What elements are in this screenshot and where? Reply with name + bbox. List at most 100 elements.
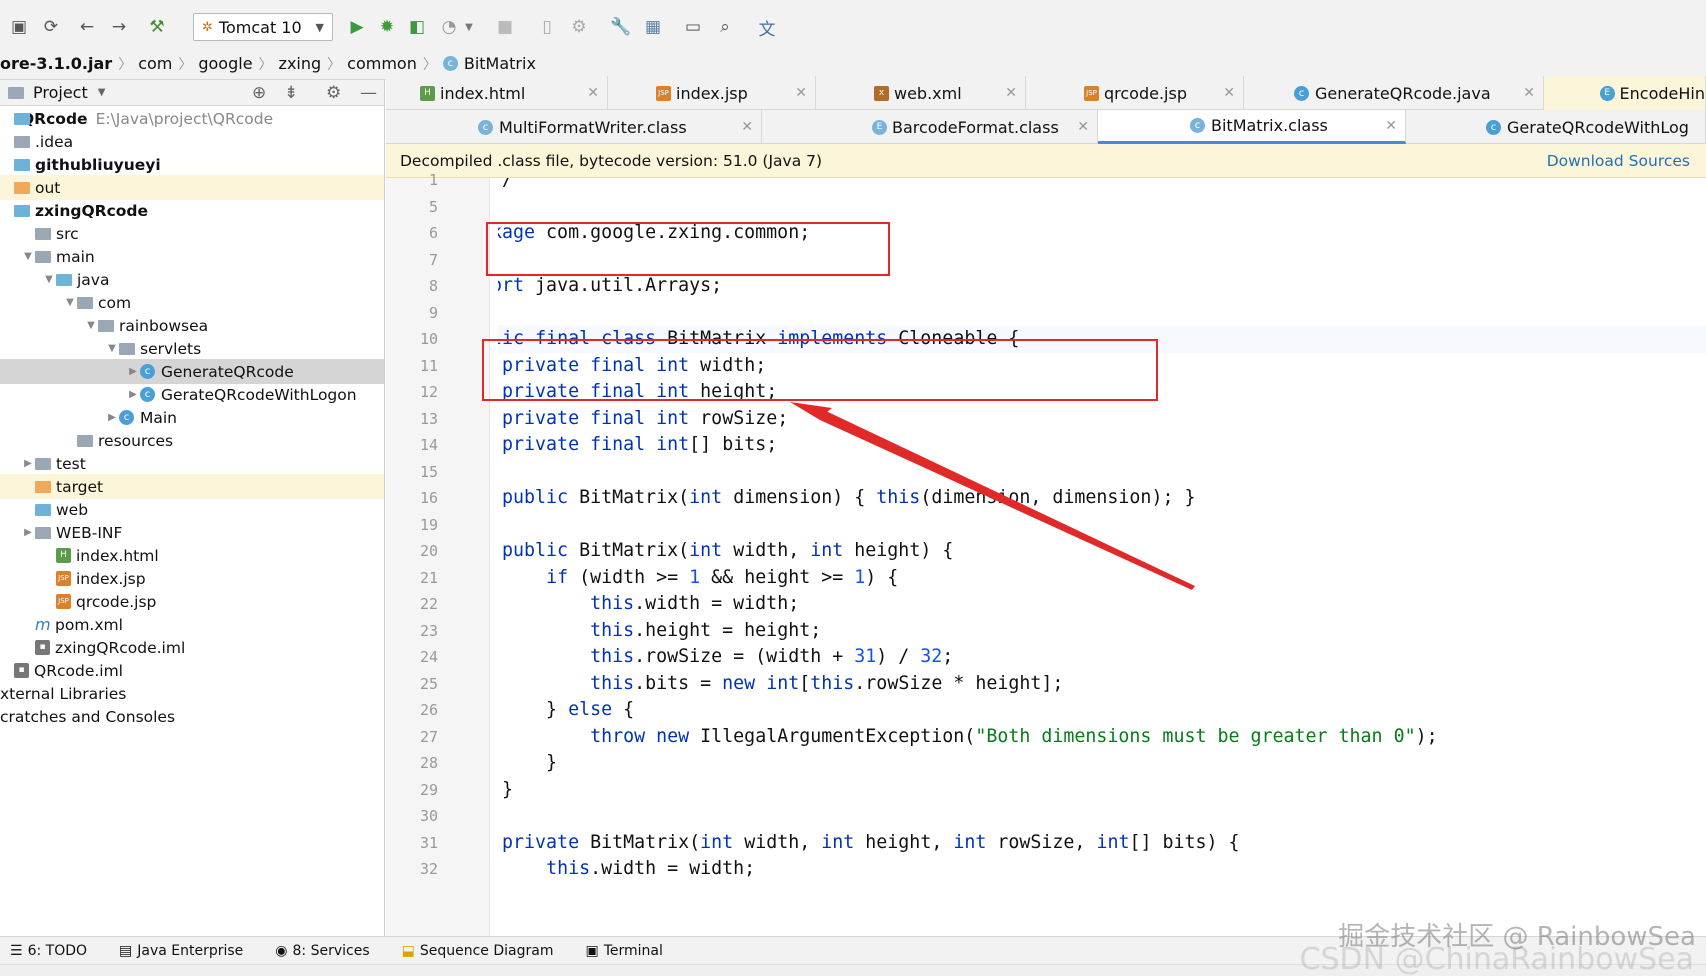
chevron-down-icon[interactable]: ▼ [63,297,77,308]
todo-tool-button[interactable]: ☰ 6: TODO [10,943,87,959]
tree-item-label: out [35,178,61,197]
chevron-down-icon[interactable]: ▼ [21,251,35,262]
chevron-down-icon[interactable]: ▼ [458,16,480,38]
tree-item[interactable]: ▶ c Main [0,405,384,430]
project-structure-icon[interactable]: ▦ [642,16,664,38]
close-icon[interactable]: ✕ [587,85,599,101]
breadcrumb-google[interactable]: google [192,54,258,73]
chevron-down-icon[interactable]: ▼ [42,274,56,285]
stop-icon[interactable]: ■ [494,16,516,38]
tree-item[interactable]: zxingQRcode [0,198,384,223]
tree-item[interactable]: out [0,175,384,200]
tab-multiformatwriter[interactable]: c MultiFormatWriter.class ✕ [386,110,762,144]
html-file-icon: H [56,548,71,563]
tab-generateqrcode-java[interactable]: c GenerateQRcode.java ✕ [1244,76,1544,110]
tree-item[interactable]: Hindex.html [0,543,384,568]
close-icon[interactable]: ✕ [1077,119,1089,135]
save-icon[interactable]: ▣ [8,16,30,38]
breadcrumb-com[interactable]: com [132,54,178,73]
sync-icon[interactable]: ⟳ [40,16,62,38]
profile-icon[interactable]: ◔ [438,16,460,38]
tab-qrcode-jsp[interactable]: JSP qrcode.jsp ✕ [1026,76,1244,110]
download-sources-link[interactable]: Download Sources [1547,152,1690,170]
line-number: 9 [428,303,438,322]
close-icon[interactable]: ✕ [1523,85,1535,101]
tab-encodehints[interactable]: E EncodeHin [1544,76,1706,110]
chevron-down-icon[interactable]: ▼ [105,343,119,354]
tree-item[interactable]: src [0,221,384,246]
terminal-icon[interactable]: ▭ [682,16,704,38]
project-view-label[interactable]: Project [33,83,88,102]
gear-icon[interactable]: ⚙ [326,83,341,103]
device-icon[interactable]: ⚙ [568,16,590,38]
minimize-icon[interactable]: — [360,83,377,103]
tree-item[interactable]: QRcode E:\Java\project\QRcode [0,106,384,131]
tab-barcodeformat[interactable]: E BarcodeFormat.class ✕ [762,110,1098,144]
chevron-right-icon[interactable]: ▶ [21,458,35,469]
breadcrumb-class[interactable]: BitMatrix [464,54,536,73]
tree-item[interactable]: JSP qrcode.jsp [0,589,384,614]
attach-icon[interactable]: ▯ [536,16,558,38]
breadcrumb-zxing[interactable]: zxing [273,54,328,73]
java-enterprise-tool-button[interactable]: ▤ Java Enterprise [119,943,243,959]
search-icon[interactable]: ⌕ [714,16,736,38]
forward-icon[interactable]: → [108,16,130,38]
debug-icon[interactable]: ✹ [376,16,398,38]
tree-item[interactable]: m pom.xml [0,612,384,637]
run-configuration-select[interactable]: ✲ Tomcat 10 ▼ [193,13,333,41]
tree-item[interactable]: ▶ c GerateQRcodeWithLogon [0,382,384,407]
tree-item[interactable]: ▼ servlets [0,336,384,361]
chevron-down-icon[interactable]: ▼ [84,320,98,331]
tree-item[interactable]: ▼ main [0,244,384,269]
tree-item[interactable]: ▼ com [0,290,384,315]
collapse-icon[interactable]: ⇟ [284,83,298,103]
tab-bitmatrix[interactable]: c BitMatrix.class ✕ [1098,110,1406,144]
tree-item[interactable]: cratches and Consoles [0,704,384,729]
tree-item[interactable]: ▼ rainbowsea [0,313,384,338]
tree-item[interactable]: ▼ java [0,267,384,292]
services-tool-button[interactable]: ◉ 8: Services [275,943,369,959]
tree-item[interactable]: resources [0,428,384,453]
breadcrumb-jar[interactable]: ore-3.1.0.jar [0,54,118,73]
close-icon[interactable]: ✕ [1223,85,1235,101]
tree-item[interactable]: web [0,497,384,522]
line-number: 12 [419,383,438,401]
tree-item[interactable]: ▶ c GenerateQRcode [0,359,384,384]
back-icon[interactable]: ← [76,16,98,38]
wrench-icon[interactable]: 🔧 [610,16,632,38]
terminal-tool-button[interactable]: ▣ Terminal [585,943,662,959]
tree-item-label: java [77,270,110,289]
tree-item[interactable]: ▪ zxingQRcode.iml [0,635,384,660]
tree-item[interactable]: ▶ WEB-INF [0,520,384,545]
tree-item[interactable]: target [0,474,384,499]
tab-index-html[interactable]: Hindex.html ✕ [386,76,608,110]
close-icon[interactable]: ✕ [741,119,753,135]
breadcrumb-common[interactable]: common [341,54,423,73]
translate-icon[interactable]: 文 [756,16,778,40]
chevron-right-icon[interactable]: ▶ [21,527,35,538]
tree-item[interactable]: xternal Libraries [0,681,384,706]
tab-web-xml[interactable]: x web.xml ✕ [816,76,1026,110]
chevron-right-icon[interactable]: ▶ [126,366,140,377]
tree-item[interactable]: ▪ QRcode.iml [0,658,384,683]
build-icon[interactable]: ⚒ [146,16,168,38]
run-icon[interactable]: ▶ [346,16,368,38]
chevron-right-icon[interactable]: ▶ [126,389,140,400]
close-icon[interactable]: ✕ [1005,85,1017,101]
tree-item-label: rainbowsea [119,316,209,335]
tree-item[interactable]: .idea [0,129,384,154]
close-icon[interactable]: ✕ [795,85,807,101]
locate-icon[interactable]: ⊕ [252,83,266,103]
tree-item[interactable]: JSP index.jsp [0,566,384,591]
tab-gerateqrcodewithlogon[interactable]: c GerateQRcodeWithLog [1406,110,1706,144]
coverage-icon[interactable]: ◧ [406,16,428,38]
tree-item[interactable]: ▶ test [0,451,384,476]
tree-item[interactable]: githubliuyueyi [0,152,384,177]
decompiled-banner: Decompiled .class file, bytecode version… [386,144,1706,178]
close-icon[interactable]: ✕ [1385,118,1397,134]
tab-index-jsp[interactable]: JSP index.jsp ✕ [608,76,816,110]
sequence-diagram-tool-button[interactable]: ⬓ Sequence Diagram [402,943,554,959]
tree-item-label: zxingQRcode [35,201,149,220]
chevron-right-icon[interactable]: ▶ [105,412,119,423]
chevron-down-icon[interactable]: ▼ [98,87,106,98]
